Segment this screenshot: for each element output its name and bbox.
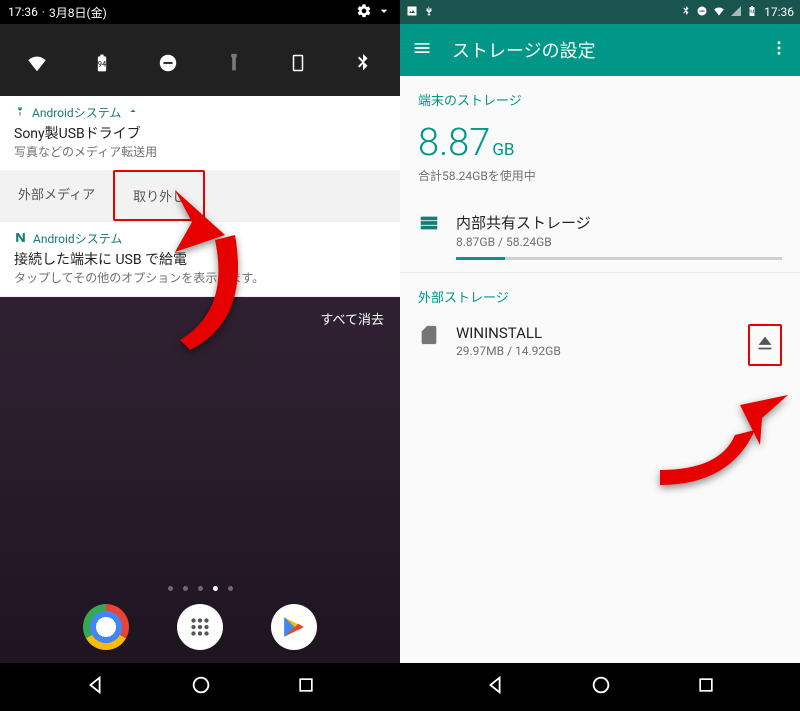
internal-progress-bar — [456, 257, 782, 260]
no-sim-icon — [730, 5, 742, 20]
bluetooth-icon[interactable] — [352, 52, 374, 78]
battery-icon[interactable]: 94 — [92, 53, 112, 77]
dnd-icon — [696, 5, 708, 20]
app-bar: ストレージの設定 — [400, 24, 800, 76]
internal-storage-detail: 8.87GB / 58.24GB — [456, 235, 782, 249]
svg-text:94: 94 — [750, 9, 756, 15]
notif-app-label: Androidシステム — [33, 230, 122, 247]
notification-shade: Androidシステム Sony製USBドライブ 写真などのメディア転送用 外部… — [0, 96, 400, 297]
chrome-app-icon[interactable] — [83, 604, 129, 650]
app-dock — [0, 591, 400, 663]
play-store-icon[interactable] — [271, 604, 317, 650]
used-storage-headline: 8.87GB — [400, 115, 800, 167]
chevron-up-icon — [127, 105, 139, 120]
status-time: 17:36 — [8, 5, 38, 19]
flashlight-icon[interactable] — [223, 52, 245, 78]
bluetooth-icon — [680, 5, 692, 20]
clear-all-button[interactable]: すべて消去 — [0, 297, 400, 340]
wifi-icon — [712, 5, 726, 20]
svg-text:94: 94 — [98, 59, 107, 68]
used-unit: GB — [492, 140, 514, 160]
app-drawer-icon[interactable] — [177, 604, 223, 650]
status-date: 3月8日(金) — [49, 4, 107, 21]
nav-recents-icon[interactable] — [696, 675, 716, 699]
internal-storage-item[interactable]: 内部共有ストレージ 8.87GB / 58.24GB — [400, 200, 800, 272]
total-line: 合計58.24GBを使用中 — [400, 167, 800, 200]
used-value: 8.87 — [418, 121, 490, 165]
battery-icon: 94 — [746, 4, 758, 21]
storage-settings-content: 端末のストレージ 8.87GB 合計58.24GBを使用中 内部共有ストレージ … — [400, 76, 800, 378]
section-device-storage: 端末のストレージ — [400, 76, 800, 115]
nav-back-icon[interactable] — [84, 674, 106, 700]
nav-home-icon[interactable] — [190, 674, 212, 700]
notif-action-eject[interactable]: 取り外し — [113, 170, 205, 221]
internal-storage-name: 内部共有ストレージ — [456, 212, 782, 233]
dnd-icon[interactable] — [157, 52, 179, 78]
notif-title: 接続した端末に USB で給電 — [0, 249, 400, 269]
overflow-menu-icon[interactable] — [770, 39, 788, 62]
status-time: 17:36 — [764, 5, 794, 19]
nav-bar — [0, 663, 400, 711]
portrait-icon[interactable] — [289, 52, 307, 78]
external-storage-detail: 29.97MB / 14.92GB — [456, 344, 732, 358]
notif-subtitle: タップしてその他のオプションを表示します。 — [0, 269, 400, 296]
nav-back-icon[interactable] — [484, 674, 506, 700]
status-bar-left: 17:36 · 3月8日(金) — [0, 0, 400, 24]
screenshot-icon — [406, 5, 418, 20]
notif-action-external-media[interactable]: 外部メディア — [0, 170, 113, 221]
eject-button[interactable] — [748, 324, 782, 366]
section-external-storage: 外部ストレージ — [400, 273, 800, 312]
wifi-icon[interactable] — [26, 52, 48, 78]
nav-recents-icon[interactable] — [296, 675, 316, 699]
usb-icon — [422, 5, 434, 20]
notif-usb-power[interactable]: Androidシステム 接続した端末に USB で給電 タップしてその他のオプシ… — [0, 222, 400, 297]
settings-gear-icon[interactable] — [356, 3, 372, 22]
nav-bar — [400, 663, 800, 711]
nav-home-icon[interactable] — [590, 674, 612, 700]
storage-icon — [418, 212, 440, 238]
eject-icon — [754, 332, 776, 354]
android-n-icon — [14, 231, 27, 247]
external-storage-name: WININSTALL — [456, 324, 732, 342]
external-storage-item[interactable]: WININSTALL 29.97MB / 14.92GB — [400, 312, 800, 378]
annotation-arrow-icon — [660, 390, 790, 490]
expand-arrow-icon[interactable] — [376, 3, 392, 22]
hamburger-menu-icon[interactable] — [412, 38, 432, 63]
notif-usb-drive[interactable]: Androidシステム Sony製USBドライブ 写真などのメディア転送用 外部… — [0, 96, 400, 222]
quick-settings-panel: 94 — [0, 24, 400, 96]
notif-title: Sony製USBドライブ — [0, 123, 400, 143]
appbar-title: ストレージの設定 — [452, 37, 596, 63]
sd-card-icon — [418, 324, 440, 350]
usb-icon — [14, 105, 26, 120]
notif-subtitle: 写真などのメディア転送用 — [0, 143, 400, 170]
status-bar-right: 94 17:36 — [400, 0, 800, 24]
notif-app-label: Androidシステム — [32, 104, 121, 121]
